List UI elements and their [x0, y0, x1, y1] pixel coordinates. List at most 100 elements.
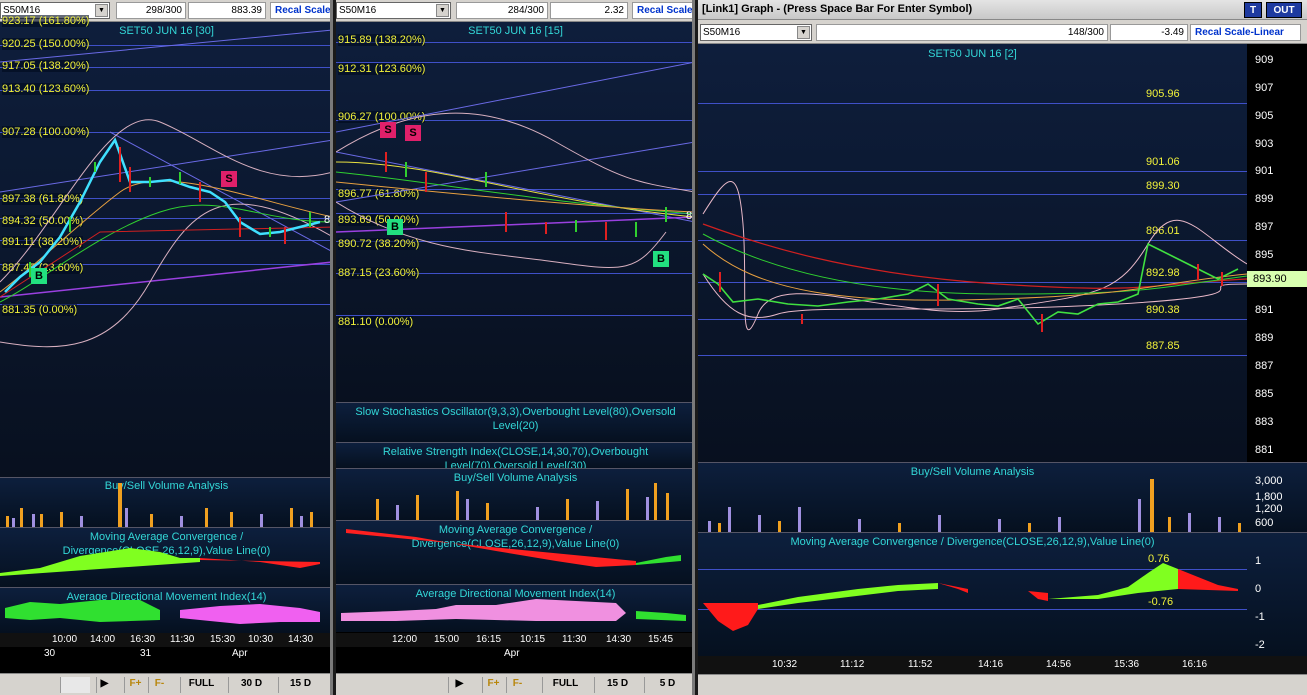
full-button[interactable]: FULL	[180, 677, 222, 693]
time-tick: 11:12	[840, 659, 865, 670]
recal-scale-button[interactable]: Recal Scale	[270, 2, 330, 19]
symbol-select[interactable]: S50M16 ▼	[336, 2, 451, 19]
range-15d-button[interactable]: 15 D	[278, 677, 322, 693]
sell-signal-marker[interactable]: S	[380, 122, 396, 138]
out-button[interactable]: OUT	[1266, 2, 1302, 18]
rsi-panel[interactable]: Relative Strength Index(CLOSE,14,30,70),…	[336, 442, 692, 469]
last-change: 2.32	[550, 2, 628, 19]
macd-panel[interactable]: Moving Average Convergence / Divergence(…	[698, 532, 1247, 656]
macd-panel[interactable]: Moving Average Convergence / Divergence(…	[0, 527, 330, 587]
price-chart[interactable]: SET50 JUN 16 [2] 905.96 901.06 899.30 89…	[698, 44, 1247, 462]
macd-axis: 1 0 -1 -2	[1247, 532, 1307, 656]
adx-panel[interactable]: Average Directional Movement Index(14)	[0, 587, 330, 633]
window-title-text: [Link1] Graph - (Press Space Bar For Ent…	[702, 3, 973, 15]
y-tick: 600	[1255, 517, 1274, 529]
chevron-down-icon[interactable]: ▼	[95, 4, 108, 17]
price-axis[interactable]: 909 907 905 903 901 899 897 895 893 891 …	[1247, 44, 1307, 462]
time-tick: 14:00	[90, 634, 116, 645]
y-tick: 895	[1255, 249, 1274, 261]
chart-pane-30min: S50M16 ▼ 298/300 883.39 Recal Scale 923.1…	[0, 0, 333, 695]
zoom-out-button[interactable]: F-	[506, 677, 528, 693]
y-tick: 3,000	[1255, 475, 1283, 487]
y-tick: 907	[1255, 82, 1274, 94]
pane1-bottombar: ▶ F+ F- FULL 30 D 15 D	[0, 673, 330, 695]
scrollbar[interactable]	[60, 677, 90, 693]
y-tick: 905	[1255, 110, 1274, 122]
y-tick: -2	[1255, 639, 1265, 651]
y-tick: 881	[1255, 444, 1274, 456]
time-axis: 12:00 15:00 16:15 10:15 11:30 14:30 15:4…	[336, 633, 692, 647]
y-tick: 891	[1255, 304, 1274, 316]
pane2-bottombar: ▶ F+ F- FULL 15 D 5 D	[336, 673, 692, 695]
time-tick: 10:00	[52, 634, 78, 645]
time-tick: 11:30	[562, 634, 587, 645]
pane3-scrollbar[interactable]	[698, 674, 1307, 695]
time-tick: 11:30	[170, 634, 195, 645]
time-tick: 15:36	[1114, 659, 1140, 670]
adx-plot	[341, 599, 686, 621]
time-tick: 10:15	[520, 634, 546, 645]
last-change: -3.49	[1110, 24, 1188, 41]
panel-title: Slow Stochastics Oscillator(9,3,3),Overb…	[355, 406, 676, 432]
buy-signal-marker[interactable]: B	[653, 251, 669, 267]
volume-axis: 3,000 1,800 1,200 600	[1247, 462, 1307, 532]
symbol-value: S50M16	[339, 5, 377, 16]
pane2-toolbar: S50M16 ▼ 284/300 2.32 Recal Scale	[336, 0, 692, 22]
pane3-toolbar: S50M16 ▼ 148/300 -3.49 Recal Scale-Linear	[698, 20, 1307, 44]
window-title: [Link1] Graph - (Press Space Bar For Ent…	[698, 0, 1307, 20]
y-tick: 897	[1255, 221, 1274, 233]
full-button[interactable]: FULL	[542, 677, 588, 693]
adx-panel[interactable]: Average Directional Movement Index(14)	[336, 584, 692, 632]
price-chart[interactable]: 923.17 (161.80%) SET50 JUN 16 [30] 920.2…	[0, 15, 331, 477]
range-5d-button[interactable]: 5 D	[644, 677, 690, 693]
recal-scale-linear-button[interactable]: Recal Scale-Linear	[1190, 24, 1301, 41]
scroll-right-icon[interactable]: ▶	[96, 677, 112, 693]
zoom-out-button[interactable]: F-	[148, 677, 170, 693]
range-15d-button[interactable]: 15 D	[594, 677, 640, 693]
time-tick: 10:32	[772, 659, 798, 670]
sell-signal-marker[interactable]: S	[221, 171, 237, 187]
time-tick: 15:30	[210, 634, 236, 645]
y-tick: 1,200	[1255, 503, 1283, 515]
scroll-right-icon[interactable]: ▶	[448, 677, 470, 693]
time-tick: 16:15	[476, 634, 502, 645]
buy-signal-marker[interactable]: B	[387, 219, 403, 235]
macd-panel[interactable]: Moving Average Convergence / Divergence(…	[336, 520, 692, 584]
time-tick: 14:30	[288, 634, 314, 645]
time-tick: 16:16	[1182, 659, 1208, 670]
zoom-in-button[interactable]: F+	[482, 677, 504, 693]
volume-bars	[708, 479, 1241, 533]
volume-panel[interactable]: Buy/Sell Volume Analysis	[0, 477, 330, 528]
volume-panel[interactable]: Buy/Sell Volume Analysis	[698, 462, 1247, 533]
bar-count: 284/300	[456, 2, 548, 19]
price-chart[interactable]: SET50 JUN 16 [15] 915.89 (138.20%) 912.3…	[336, 22, 692, 402]
y-tick: 883	[1255, 416, 1274, 428]
zoom-in-button[interactable]: F+	[124, 677, 146, 693]
macd-plot	[703, 563, 1238, 631]
volume-panel[interactable]: Buy/Sell Volume Analysis	[336, 468, 692, 521]
symbol-select[interactable]: S50M16 ▼	[700, 24, 812, 41]
macd-plot	[346, 529, 681, 567]
date-axis: Apr	[336, 648, 692, 660]
time-tick: 16:30	[130, 634, 156, 645]
recal-scale-button[interactable]: Recal Scale	[632, 2, 692, 19]
date-tick: Apr	[504, 648, 520, 659]
price-tag: 8	[324, 214, 331, 226]
t-button[interactable]: T	[1244, 2, 1262, 18]
symbol-value: S50M16	[703, 27, 741, 38]
stochastic-panel[interactable]: Slow Stochastics Oscillator(9,3,3),Overb…	[336, 402, 692, 442]
time-tick: 12:00	[392, 634, 418, 645]
sell-signal-marker[interactable]: S	[405, 125, 421, 141]
chevron-down-icon[interactable]: ▼	[436, 4, 449, 17]
macd-plot	[0, 548, 320, 576]
price-plot	[336, 62, 692, 269]
volume-bars	[6, 483, 313, 528]
chevron-down-icon[interactable]: ▼	[797, 26, 810, 39]
buy-signal-marker[interactable]: B	[31, 268, 47, 284]
volume-bars	[376, 483, 669, 521]
y-tick: 901	[1255, 165, 1274, 177]
bar-count: 298/300	[116, 2, 186, 19]
y-tick: 899	[1255, 193, 1274, 205]
date-tick: Apr	[232, 648, 248, 659]
range-30d-button[interactable]: 30 D	[228, 677, 274, 693]
